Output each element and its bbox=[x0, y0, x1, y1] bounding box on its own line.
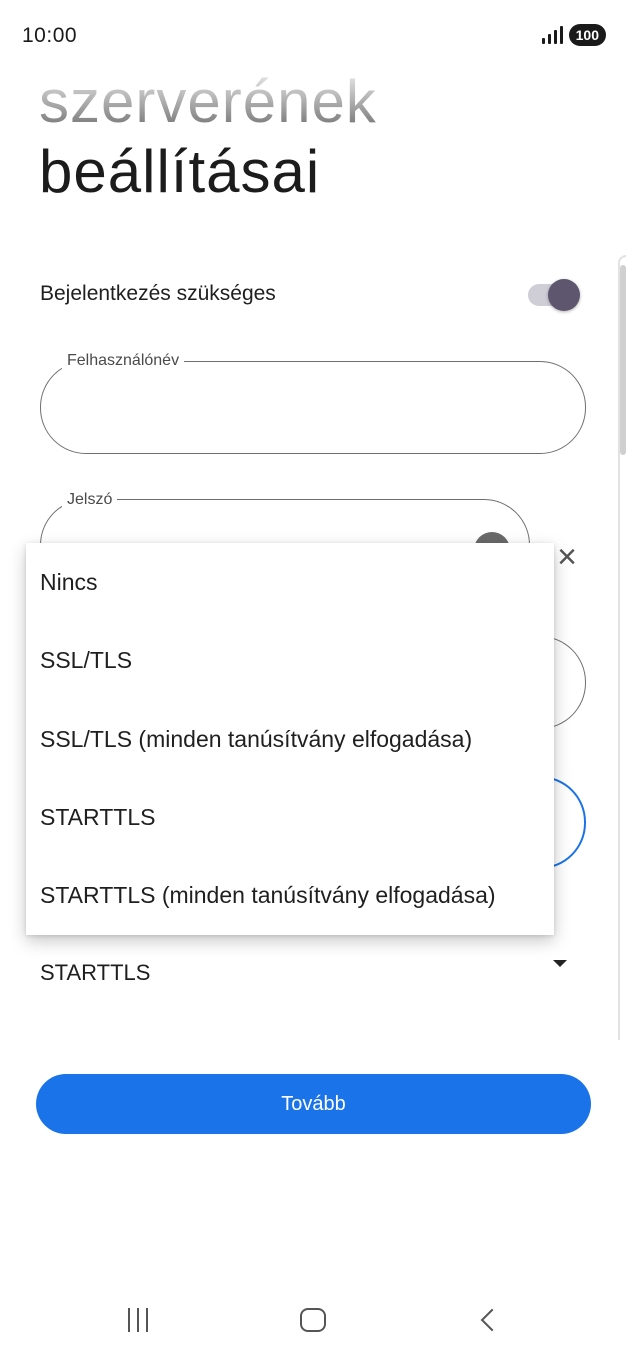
login-required-toggle[interactable] bbox=[528, 279, 582, 311]
login-required-label: Bejelentkezés szükséges bbox=[40, 282, 276, 305]
menu-item-starttls-accept-all[interactable]: STARTTLS (minden tanúsítvány elfogadása) bbox=[26, 856, 554, 934]
page-title-line1: szerverének bbox=[39, 62, 377, 142]
password-label: Jelszó bbox=[62, 491, 118, 509]
recent-apps-icon[interactable] bbox=[118, 1296, 158, 1344]
security-select[interactable]: STARTTLS bbox=[40, 960, 150, 986]
scrollbar-thumb[interactable] bbox=[620, 265, 626, 455]
menu-item-ssl-tls[interactable]: SSL/TLS bbox=[26, 621, 554, 699]
back-icon[interactable] bbox=[468, 1296, 508, 1344]
menu-item-ssl-tls-accept-all[interactable]: SSL/TLS (minden tanúsítvány elfogadása) bbox=[26, 700, 554, 778]
status-icons: 100 bbox=[541, 24, 606, 46]
toggle-knob bbox=[548, 279, 580, 311]
signal-icon bbox=[541, 26, 563, 44]
home-icon[interactable] bbox=[293, 1296, 333, 1344]
close-icon[interactable]: × bbox=[552, 540, 582, 574]
next-button[interactable]: Tovább bbox=[36, 1074, 591, 1134]
page-title-line2: beállításai bbox=[39, 138, 321, 205]
battery-icon: 100 bbox=[568, 24, 606, 46]
status-time: 10:00 bbox=[22, 24, 78, 47]
arrow-drop-down-icon[interactable] bbox=[553, 960, 567, 967]
username-label: Felhasználónév bbox=[62, 352, 185, 370]
security-dropdown-menu: Nincs SSL/TLS SSL/TLS (minden tanúsítván… bbox=[26, 543, 554, 935]
menu-item-none[interactable]: Nincs bbox=[26, 543, 554, 621]
menu-item-starttls[interactable]: STARTTLS bbox=[26, 778, 554, 856]
username-input[interactable] bbox=[40, 361, 586, 454]
